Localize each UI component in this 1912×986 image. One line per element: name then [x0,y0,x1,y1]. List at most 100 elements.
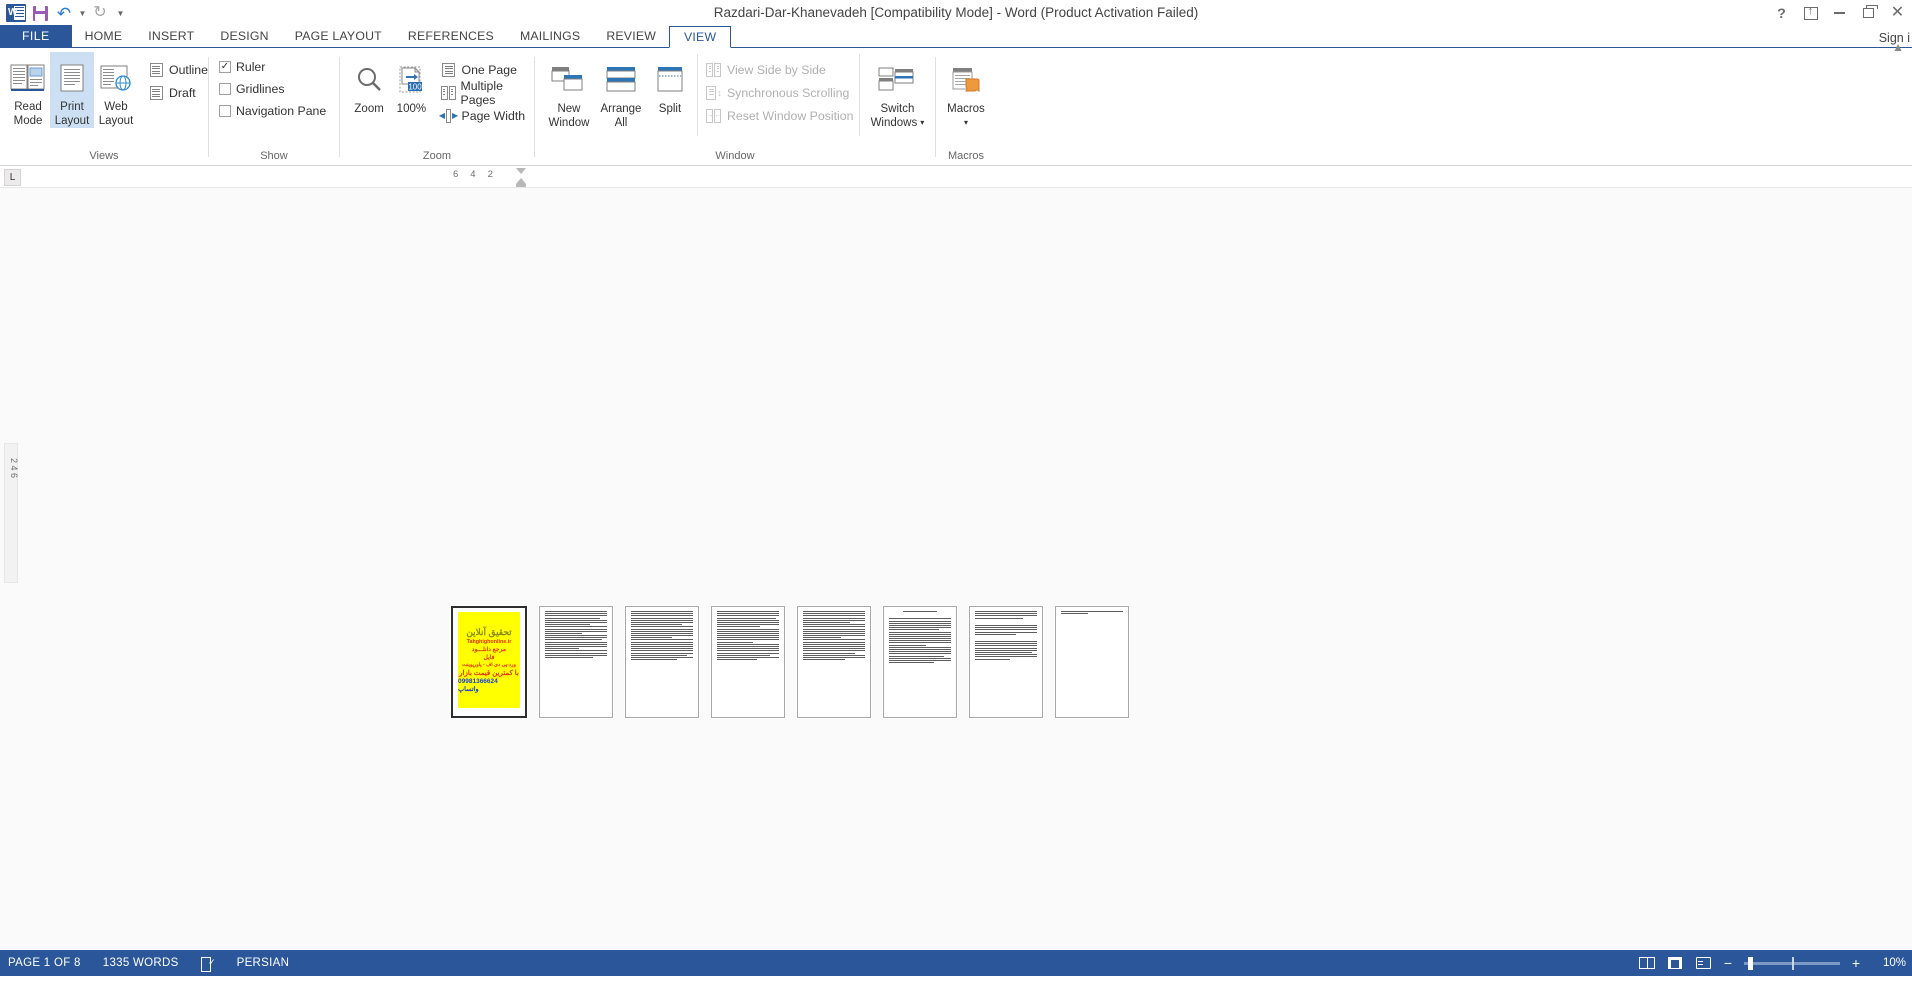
switch-windows-icon [877,58,917,102]
read-mode-button[interactable]: Read Mode [6,52,50,128]
status-bar: PAGE 1 OF 8 1335 WORDS PERSIAN − + 10% [0,950,1912,976]
redo-icon[interactable]: ↻ [88,2,112,24]
read-mode-view-button[interactable] [1638,956,1656,971]
ribbon-display-options-icon[interactable] [1796,1,1825,25]
switch-windows-button[interactable]: Switch Windows ▾ [866,54,928,130]
close-icon[interactable]: ✕ [1883,1,1912,25]
ad-line-7: 09981366624 واتساپ [458,678,498,693]
tab-file[interactable]: FILE [0,25,72,47]
multiple-pages-button[interactable]: Multiple Pages [440,79,534,107]
page-text-lines [717,611,779,661]
ruler-numbers: 6 4 2 [453,169,493,180]
help-icon[interactable]: ? [1767,1,1796,25]
window-controls: ? ✕ [1767,0,1912,26]
web-layout-button[interactable]: Web Layout [94,52,138,128]
page-thumbnail-3[interactable] [625,606,699,718]
left-indent-marker[interactable] [516,184,526,187]
word-count[interactable]: 1335 WORDS [103,957,179,969]
view-side-by-side-button[interactable]: View Side by Side [706,58,853,81]
page-thumbnail-4[interactable] [711,606,785,718]
ribbon-group-macros: Macros ▾ Macros [936,48,996,166]
page-thumbnail-5[interactable] [797,606,871,718]
ruler-num-2: 2 [487,169,493,180]
tab-design[interactable]: DESIGN [207,25,281,47]
undo-icon[interactable]: ↶ [52,2,76,24]
tab-home[interactable]: HOME [72,25,136,47]
web-layout-view-button[interactable] [1694,956,1712,971]
gridlines-checkbox[interactable] [218,83,231,95]
undo-dropdown-icon[interactable]: ▼ [76,2,88,24]
customize-qat-icon[interactable]: ▼ [112,2,128,24]
split-button[interactable]: Split [647,54,693,116]
zoom-level[interactable]: 10% [1872,957,1906,969]
page-thumbnails[interactable]: تحقیق آنلاین Tahghighonline.ir مرجع دانل… [451,606,1129,718]
ruler-num-6: 6 [453,169,459,180]
synchronous-scrolling-button[interactable]: ↕ Synchronous Scrolling [706,81,853,104]
page-thumbnail-6[interactable] [883,606,957,718]
tab-page-layout[interactable]: PAGE LAYOUT [282,25,395,47]
view-side-by-side-label: View Side by Side [726,62,826,77]
minimize-icon[interactable] [1825,1,1854,25]
page-text-lines [631,611,693,661]
zoom-100-button[interactable]: 100 100% [390,54,432,116]
tab-review[interactable]: REVIEW [593,25,669,47]
multiple-pages-icon [440,85,456,100]
page-thumbnail-7[interactable] [969,606,1043,718]
page-thumbnail-2[interactable] [539,606,613,718]
save-icon[interactable] [28,2,52,24]
arrange-all-label-2: All [614,117,628,129]
new-window-button[interactable]: New Window [543,54,595,130]
zoom-in-button[interactable]: + [1850,955,1862,971]
navigation-pane-checkbox-row[interactable]: Navigation Pane [218,100,326,122]
new-window-icon [550,58,588,102]
print-layout-view-button[interactable] [1666,956,1684,971]
print-layout-button[interactable]: Print Layout [50,52,94,128]
word-app-icon[interactable]: W [4,2,28,24]
tab-insert[interactable]: INSERT [135,25,207,47]
collapse-ribbon-icon[interactable]: ▲ [1892,40,1904,161]
navigation-pane-checkbox[interactable] [218,105,231,117]
ruler-checkbox-row[interactable]: ✓ Ruler [218,56,326,78]
outline-button[interactable]: Outline [148,58,208,81]
horizontal-ruler[interactable]: L 6 4 2 [0,166,1912,188]
draft-button[interactable]: Draft [148,81,208,104]
zoom-slider-thumb[interactable] [1748,956,1753,970]
zoom-button[interactable]: Zoom [348,54,390,116]
group-label-window: Window [715,150,755,162]
restore-icon[interactable] [1854,1,1883,25]
page-width-button[interactable]: ◀ ▶ Page Width [439,104,534,127]
tab-stop-selector[interactable]: L [4,169,21,186]
page-thumbnail-1[interactable]: تحقیق آنلاین Tahghighonline.ir مرجع دانل… [451,606,527,718]
document-workspace[interactable]: 2 4 6 تحقیق آنلاین Tahghighonline.ir مرج… [0,188,1912,950]
vertical-ruler[interactable]: 2 4 6 [4,443,19,583]
ruler-checkbox[interactable]: ✓ [218,61,231,73]
title-bar: W ↶ ▼ ↻ ▼ Razdari-Dar-Khanevadeh [Compat… [0,0,1912,26]
print-layout-label-2: Layout [54,115,90,127]
group-label-views: Views [89,150,119,162]
zoom-label: Zoom [354,103,384,115]
gridlines-checkbox-row[interactable]: Gridlines [218,78,326,100]
reset-window-position-button[interactable]: → ← Reset Window Position [706,104,853,127]
macros-button[interactable]: Macros ▾ [940,54,992,130]
switch-windows-caret-icon[interactable]: ▾ [920,116,924,130]
ad-line-2: Tahghighonline.ir [466,639,512,645]
arrange-all-label-1: Arrange [600,103,642,115]
new-window-label-2: Window [548,117,590,129]
language-indicator[interactable]: PERSIAN [237,957,290,969]
proofing-errors-icon[interactable] [200,956,216,972]
arrange-all-button[interactable]: Arrange All [595,54,647,130]
zoom-slider[interactable] [1744,956,1840,970]
page-indicator[interactable]: PAGE 1 OF 8 [8,957,81,969]
macros-caret-icon[interactable]: ▾ [964,116,968,130]
first-line-indent-marker[interactable] [516,168,526,174]
web-layout-icon [99,56,133,100]
tab-view[interactable]: VIEW [669,26,732,48]
zoom-out-button[interactable]: − [1722,955,1734,971]
reset-window-position-label: Reset Window Position [726,108,854,123]
page-thumbnail-8[interactable] [1055,606,1129,718]
read-mode-label-2: Mode [13,115,43,127]
tab-mailings[interactable]: MAILINGS [507,25,593,47]
page-text-lines [975,611,1037,660]
status-right: − + 10% [1638,955,1906,971]
tab-references[interactable]: REFERENCES [395,25,507,47]
